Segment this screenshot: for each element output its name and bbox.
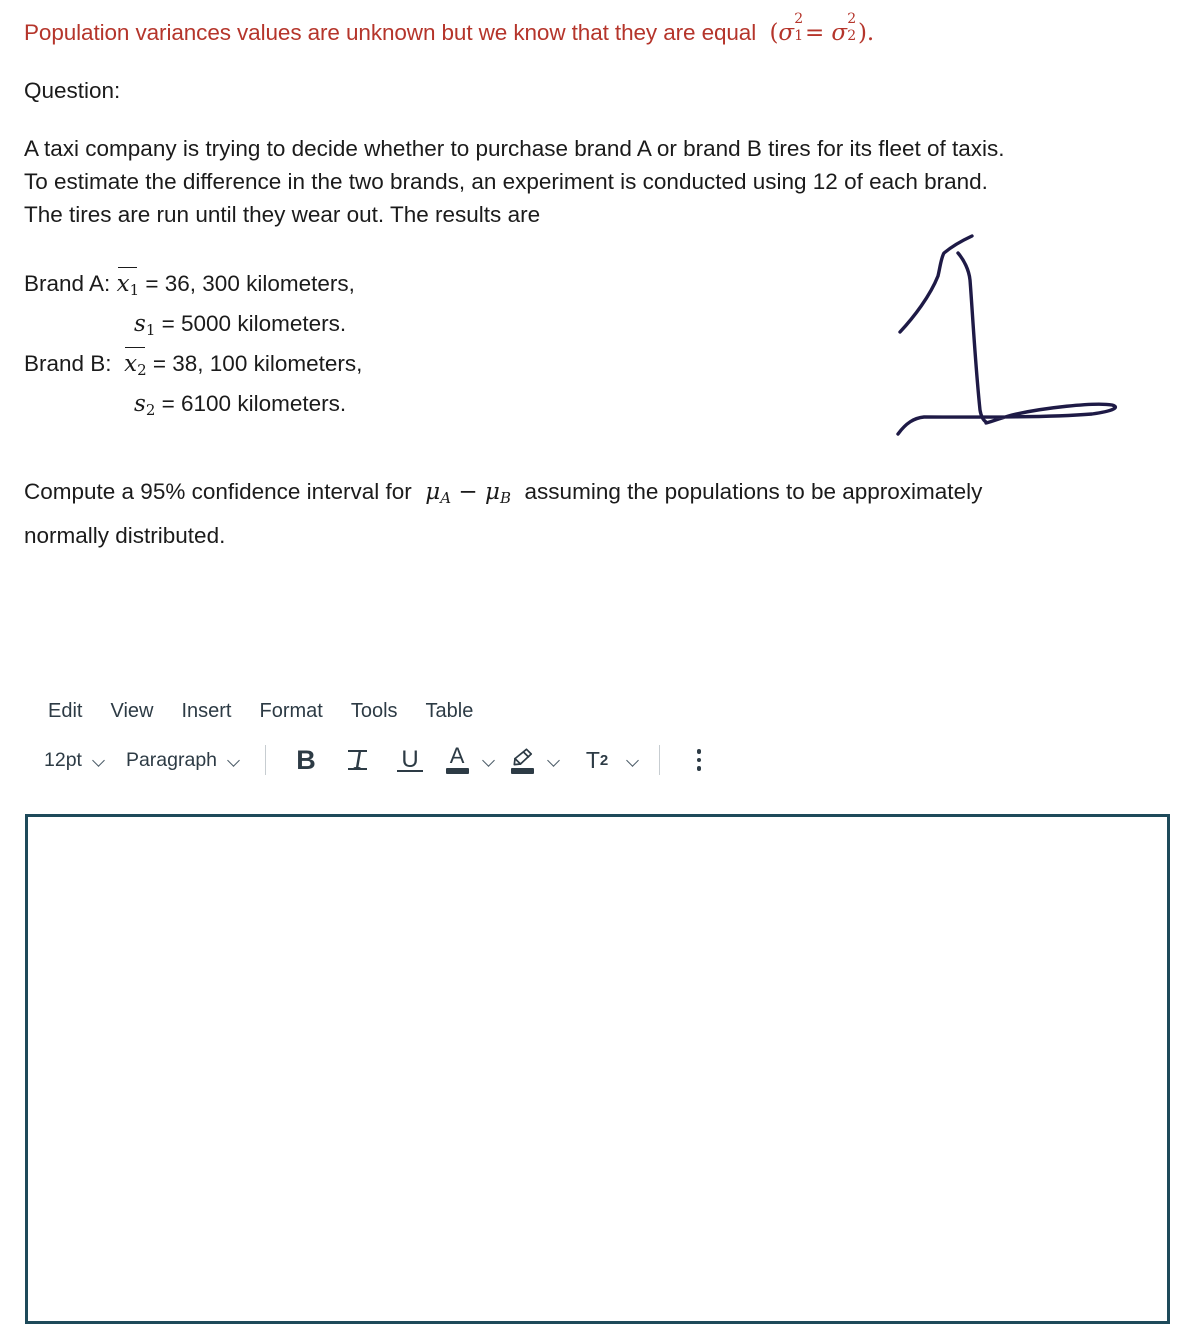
- paragraph1-line3: The tires are run until they wear out. T…: [24, 201, 541, 227]
- question-paragraph-1: A taxi company is trying to decide wheth…: [24, 132, 1164, 231]
- superscript-button[interactable]: T2: [580, 741, 614, 779]
- chevron-down-icon: [93, 756, 106, 764]
- page-root: Population variances values are unknown …: [0, 0, 1200, 1336]
- brand-b-mean-symbol: x2: [124, 346, 147, 387]
- question-prompt: Population variances values are unknown …: [24, 0, 1164, 555]
- highlight-color-swatch: [510, 767, 534, 774]
- sample-statistics: Brand A: x1 = 36, 300 kilometers, s1 = 5…: [24, 266, 1164, 427]
- chevron-down-icon[interactable]: [627, 756, 640, 764]
- paragraph2-part1: Compute a 95% confidence interval for: [24, 478, 412, 504]
- bold-button[interactable]: B: [289, 741, 323, 779]
- highlight-color-button[interactable]: [506, 741, 538, 779]
- question-paragraph-2: Compute a 95% confidence interval for μA…: [24, 473, 1144, 555]
- toolbar-divider: [659, 745, 661, 775]
- rich-text-editor-chrome: Edit View Insert Format Tools Table 12pt…: [0, 688, 1200, 786]
- toolbar-divider: [265, 745, 267, 775]
- variance-note: Population variances values are unknown …: [24, 0, 1164, 48]
- text-color-swatch: [445, 768, 469, 774]
- variance-note-text: Population variances values are unknown …: [24, 20, 757, 45]
- brand-b-mean-row: Brand B: x2 = 38, 100 kilometers,: [24, 346, 1164, 387]
- more-options-button[interactable]: [684, 741, 714, 779]
- superscript-exponent: 2: [599, 751, 609, 769]
- underline-button[interactable]: U: [393, 741, 427, 779]
- editor-menubar: Edit View Insert Format Tools Table: [0, 688, 1200, 734]
- paragraph1-line2: To estimate the difference in the two br…: [24, 168, 988, 194]
- brand-a-mean-symbol: x1: [117, 266, 139, 307]
- menu-item-edit[interactable]: Edit: [34, 696, 96, 727]
- text-color-button[interactable]: A: [441, 741, 473, 779]
- italic-button[interactable]: I: [341, 741, 375, 779]
- brand-a-mean-row: Brand A: x1 = 36, 300 kilometers,: [24, 266, 1164, 307]
- brand-a-label: Brand A:: [24, 270, 111, 296]
- answer-editor-box[interactable]: [25, 814, 1170, 1324]
- kebab-dot: [696, 766, 702, 771]
- chevron-down-icon: [228, 756, 241, 764]
- chevron-down-icon[interactable]: [548, 756, 561, 764]
- menu-item-view[interactable]: View: [96, 696, 167, 727]
- paragraph2-line2: normally distributed.: [24, 522, 226, 548]
- menu-item-format[interactable]: Format: [246, 696, 337, 727]
- kebab-dot: [696, 757, 702, 763]
- text-color-letter: A: [449, 743, 465, 768]
- brand-b-sd-value: = 6100 kilometers.: [161, 390, 347, 416]
- chevron-down-icon[interactable]: [483, 756, 496, 764]
- paragraph2-part2: assuming the populations to be approxima…: [524, 478, 983, 504]
- superscript-letter: T: [585, 746, 600, 773]
- brand-a-sd-value: = 5000 kilometers.: [161, 310, 347, 336]
- brand-b-sd-row: s2 = 6100 kilometers.: [24, 387, 1164, 427]
- kebab-dot: [696, 749, 702, 754]
- editor-toolbar: 12pt Paragraph B I U A T 2: [0, 734, 1200, 786]
- font-size-value: 12pt: [44, 748, 82, 771]
- brand-b-mean-value: = 38, 100 kilometers,: [152, 350, 363, 376]
- menu-item-table[interactable]: Table: [412, 696, 488, 727]
- brand-b-sd-symbol: s2: [134, 390, 156, 419]
- superscript-group: T2: [571, 741, 640, 779]
- paragraph1-line1: A taxi company is trying to decide wheth…: [24, 135, 1005, 161]
- answer-textarea[interactable]: [28, 817, 1167, 1321]
- highlight-color-group: [506, 741, 561, 779]
- menu-item-insert[interactable]: Insert: [167, 696, 245, 727]
- highlighter-pen-icon: [513, 747, 533, 765]
- brand-a-sd-row: s1 = 5000 kilometers.: [24, 307, 1164, 347]
- question-label: Question:: [24, 77, 121, 103]
- brand-a-mean-value: = 36, 300 kilometers,: [145, 270, 355, 296]
- menu-item-tools[interactable]: Tools: [337, 696, 412, 727]
- block-format-select[interactable]: Paragraph: [116, 744, 251, 777]
- block-format-value: Paragraph: [125, 748, 218, 771]
- font-size-select[interactable]: 12pt: [34, 744, 116, 777]
- brand-a-sd-symbol: s1: [134, 310, 156, 339]
- text-color-group: A: [441, 741, 496, 779]
- paragraph2-math: μA − μB: [417, 478, 511, 507]
- variance-note-math: (σ 2 1 = σ 2 2).: [762, 11, 875, 46]
- brand-b-label: Brand B:: [24, 350, 112, 376]
